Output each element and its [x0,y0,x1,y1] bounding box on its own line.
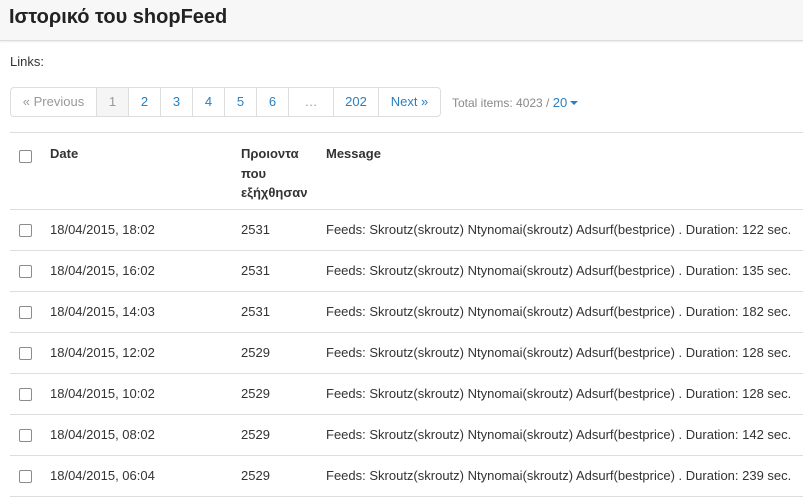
row-date: 18/04/2015, 08:02 [50,427,155,442]
row-date: 18/04/2015, 14:03 [50,304,155,319]
history-table: Date Προιοντα που εξήχθησαν Message 18/0… [10,132,803,497]
table-row: 18/04/2015, 18:02 2531 Feeds: Skroutz(sk… [10,210,803,251]
row-date: 18/04/2015, 12:02 [50,345,155,360]
page-header: Ιστορικό του shopFeed [0,0,803,41]
page-title: Ιστορικό του shopFeed [9,6,228,28]
table-row: 18/04/2015, 12:02 2529 Feeds: Skroutz(sk… [10,333,803,374]
row-message: Feeds: Skroutz(skroutz) Ntynomai(skroutz… [326,263,792,278]
row-count: 2529 [241,468,270,483]
page-6-button[interactable]: 6 [256,88,288,116]
table-header-row: Date Προιοντα που εξήχθησαν Message [10,132,803,210]
table-row: 18/04/2015, 14:03 2531 Feeds: Skroutz(sk… [10,292,803,333]
row-message: Feeds: Skroutz(skroutz) Ntynomai(skroutz… [326,468,792,483]
row-message: Feeds: Skroutz(skroutz) Ntynomai(skroutz… [326,386,792,401]
row-message: Feeds: Skroutz(skroutz) Ntynomai(skroutz… [326,427,792,442]
next-page-button[interactable]: Next » [378,88,440,116]
row-check-cell [10,333,49,374]
page-3-button[interactable]: 3 [160,88,192,116]
select-all-cell [10,133,49,210]
table-row: 18/04/2015, 16:02 2531 Feeds: Skroutz(sk… [10,251,803,292]
row-checkbox[interactable] [19,388,32,402]
row-check-cell [10,251,49,292]
column-header-count[interactable]: Προιοντα που εξήχθησαν [240,133,325,210]
row-count: 2529 [241,345,270,360]
row-checkbox[interactable] [19,347,32,361]
row-count: 2529 [241,386,270,401]
per-page-value: 20 [552,95,568,110]
column-header-message[interactable]: Message [325,133,803,210]
links-label: Links: [10,54,44,69]
row-count: 2531 [241,263,270,278]
row-check-cell [10,210,49,251]
page-5-button[interactable]: 5 [224,88,256,116]
table-row: 18/04/2015, 08:02 2529 Feeds: Skroutz(sk… [10,415,803,456]
table-row: 18/04/2015, 10:02 2529 Feeds: Skroutz(sk… [10,374,803,415]
table-row: 18/04/2015, 06:04 2529 Feeds: Skroutz(sk… [10,456,803,497]
row-checkbox[interactable] [19,265,32,279]
caret-down-icon [570,101,579,105]
row-check-cell [10,456,49,497]
page-4-button[interactable]: 4 [192,88,224,116]
total-items-label: Total items: 4023 / [452,96,553,110]
row-checkbox[interactable] [19,306,32,320]
row-date: 18/04/2015, 16:02 [50,263,155,278]
row-date: 18/04/2015, 10:02 [50,386,155,401]
row-checkbox[interactable] [19,429,32,443]
column-header-date[interactable]: Date [49,133,240,210]
page-1-button[interactable]: 1 [96,88,128,116]
page-last-button[interactable]: 202 [333,88,378,116]
pagination: « Previous 1 2 3 4 5 6 … 202 Next » [10,87,441,117]
per-page-dropdown[interactable]: 20 [552,95,579,110]
row-date: 18/04/2015, 06:04 [50,468,155,483]
row-message: Feeds: Skroutz(skroutz) Ntynomai(skroutz… [326,345,792,360]
row-count: 2531 [241,304,270,319]
select-all-checkbox[interactable] [19,150,32,164]
row-count: 2531 [241,222,270,237]
row-checkbox[interactable] [19,470,32,484]
row-checkbox[interactable] [19,224,32,238]
row-check-cell [10,374,49,415]
total-items: Total items: 4023 / 20 [452,95,579,110]
pagination-ellipsis: … [288,88,333,116]
row-count: 2529 [241,427,270,442]
row-check-cell [10,292,49,333]
row-date: 18/04/2015, 18:02 [50,222,155,237]
row-check-cell [10,415,49,456]
previous-page-button[interactable]: « Previous [11,88,96,116]
row-message: Feeds: Skroutz(skroutz) Ntynomai(skroutz… [326,222,792,237]
row-message: Feeds: Skroutz(skroutz) Ntynomai(skroutz… [326,304,792,319]
page-2-button[interactable]: 2 [128,88,160,116]
